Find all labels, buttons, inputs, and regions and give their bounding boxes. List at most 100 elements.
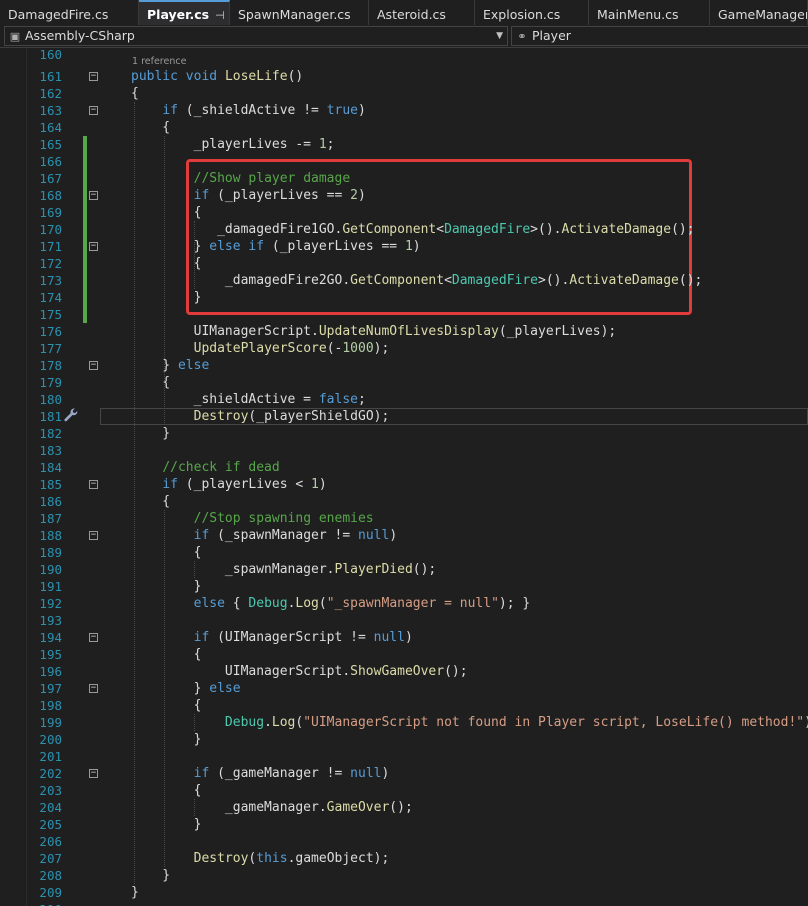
code-line[interactable]: 180 _shieldActive = false; <box>0 391 808 408</box>
code-line[interactable]: 202 − if (_gameManager != null) <box>0 765 808 782</box>
code-text: } <box>131 868 171 883</box>
line-number: 185 <box>39 477 62 492</box>
collapse-icon[interactable]: − <box>89 72 98 81</box>
tab-spawnmanager-cs[interactable]: SpawnManager.cs <box>230 0 369 25</box>
code-line[interactable]: 192 else { Debug.Log("_spawnManager = nu… <box>0 595 808 612</box>
line-number: 184 <box>39 460 62 475</box>
tab-label: SpawnManager.cs <box>238 7 351 22</box>
code-line[interactable]: 200 } <box>0 731 808 748</box>
code-line[interactable]: 161 − public void LoseLife() <box>0 68 808 85</box>
code-line[interactable]: 190 _spawnManager.PlayerDied(); <box>0 561 808 578</box>
line-number: 196 <box>39 664 62 679</box>
code-line[interactable]: 201 <box>0 748 808 765</box>
tab-gamemanager-cs[interactable]: GameManager.cs <box>710 0 808 25</box>
code-text: } <box>131 290 202 305</box>
code-line[interactable]: 186 { <box>0 493 808 510</box>
code-line[interactable]: 185 − if (_playerLives < 1) <box>0 476 808 493</box>
code-line[interactable]: 164 { <box>0 119 808 136</box>
code-text: } <box>131 579 202 594</box>
code-line[interactable]: 188 − if (_spawnManager != null) <box>0 527 808 544</box>
collapse-icon[interactable]: − <box>89 242 98 251</box>
code-line[interactable]: 174 } <box>0 289 808 306</box>
member-dropdown[interactable]: ⚭ Player <box>511 26 808 46</box>
code-line[interactable]: 172 { <box>0 255 808 272</box>
code-line[interactable]: 208 } <box>0 867 808 884</box>
line-number: 199 <box>39 715 62 730</box>
code-line[interactable]: 163 − if (_shieldActive != true) <box>0 102 808 119</box>
collapse-icon[interactable]: − <box>89 191 98 200</box>
code-line[interactable]: 194 − if (UIManagerScript != null) <box>0 629 808 646</box>
line-number: 209 <box>39 885 62 900</box>
code-line[interactable]: 168 − if (_playerLives == 2) <box>0 187 808 204</box>
line-number: 160 <box>39 48 62 62</box>
code-line[interactable]: 198 { <box>0 697 808 714</box>
line-number: 182 <box>39 426 62 441</box>
code-editor[interactable]: 1 reference 160 161− public void LoseLife()… <box>0 48 808 906</box>
line-number: 168 <box>39 188 62 203</box>
code-line[interactable]: 166 <box>0 153 808 170</box>
code-line[interactable]: 203 { <box>0 782 808 799</box>
line-number: 186 <box>39 494 62 509</box>
code-line[interactable]: 209} <box>0 884 808 901</box>
code-line[interactable]: 197 − } else <box>0 680 808 697</box>
code-line[interactable]: 206 <box>0 833 808 850</box>
code-line[interactable]: 182 } <box>0 425 808 442</box>
code-line[interactable]: 177 UpdatePlayerScore(-1000); <box>0 340 808 357</box>
code-line[interactable]: 171 − } else if (_playerLives == 1) <box>0 238 808 255</box>
code-text: } <box>131 817 202 832</box>
code-text: _playerLives -= 1; <box>131 137 335 152</box>
code-text: if (_playerLives < 1) <box>162 477 327 492</box>
code-line[interactable]: 205 } <box>0 816 808 833</box>
code-line[interactable]: 210 <box>0 901 808 906</box>
collapse-icon[interactable]: − <box>89 531 98 540</box>
collapse-icon[interactable]: − <box>89 769 98 778</box>
project-dropdown-label: Assembly-CSharp <box>25 28 135 43</box>
line-number: 197 <box>39 681 62 696</box>
code-line[interactable]: 170 _damagedFire1GO.GetComponent<Damaged… <box>0 221 808 238</box>
collapse-icon[interactable]: − <box>89 684 98 693</box>
pin-icon[interactable]: ⊣ <box>215 9 225 22</box>
code-line[interactable]: 207 Destroy(this.gameObject); <box>0 850 808 867</box>
code-line[interactable]: 181 Destroy(_playerShieldGO); <box>0 408 808 425</box>
collapse-icon[interactable]: − <box>89 361 98 370</box>
code-line[interactable]: 162 { <box>0 85 808 102</box>
collapse-icon[interactable]: − <box>89 480 98 489</box>
collapse-icon[interactable]: − <box>89 106 98 115</box>
code-line[interactable]: 183 <box>0 442 808 459</box>
code-line[interactable]: 167 //Show player damage <box>0 170 808 187</box>
csharp-project-icon: ▣ <box>9 30 21 43</box>
code-line[interactable]: 191 } <box>0 578 808 595</box>
tab-player-cs[interactable]: Player.cs⊣✕ <box>139 0 230 25</box>
tab-explosion-cs[interactable]: Explosion.cs <box>475 0 589 25</box>
code-line[interactable]: 169 { <box>0 204 808 221</box>
code-line[interactable]: 175 <box>0 306 808 323</box>
code-text: } else if (_playerLives == 1) <box>131 239 421 254</box>
code-line[interactable]: 187 //Stop spawning enemies <box>0 510 808 527</box>
code-line[interactable]: 179 { <box>0 374 808 391</box>
code-text: { <box>131 375 171 390</box>
code-text: _gameManager.GameOver(); <box>131 800 413 815</box>
code-line[interactable]: 165 _playerLives -= 1; <box>0 136 808 153</box>
tab-damagedfire-cs[interactable]: DamagedFire.cs <box>0 0 139 25</box>
project-dropdown[interactable]: ▣ Assembly-CSharp ▼ <box>4 26 508 46</box>
line-number: 193 <box>39 613 62 628</box>
code-text: if (_spawnManager != null) <box>193 528 398 543</box>
code-line[interactable]: 173 _damagedFire2GO.GetComponent<Damaged… <box>0 272 808 289</box>
line-number: 191 <box>39 579 62 594</box>
code-line[interactable]: 199 Debug.Log("UIManagerScript not found… <box>0 714 808 731</box>
tab-mainmenu-cs[interactable]: MainMenu.cs <box>589 0 710 25</box>
tab-asteroid-cs[interactable]: Asteroid.cs <box>369 0 475 25</box>
code-line[interactable]: 178 − } else <box>0 357 808 374</box>
code-line[interactable]: 189 { <box>0 544 808 561</box>
navigation-bar: ▣ Assembly-CSharp ▼ ⚭ Player <box>0 25 808 48</box>
code-line[interactable]: 176 UIManagerScript.UpdateNumOfLivesDisp… <box>0 323 808 340</box>
code-line[interactable]: 204 _gameManager.GameOver(); <box>0 799 808 816</box>
code-text: Destroy(_playerShieldGO); <box>193 409 390 424</box>
code-line[interactable]: 196 UIManagerScript.ShowGameOver(); <box>0 663 808 680</box>
collapse-icon[interactable]: − <box>89 633 98 642</box>
line-number: 208 <box>39 868 62 883</box>
code-line[interactable]: 195 { <box>0 646 808 663</box>
code-line[interactable]: 160 <box>0 48 808 63</box>
code-line[interactable]: 184 //check if dead <box>0 459 808 476</box>
code-line[interactable]: 193 <box>0 612 808 629</box>
